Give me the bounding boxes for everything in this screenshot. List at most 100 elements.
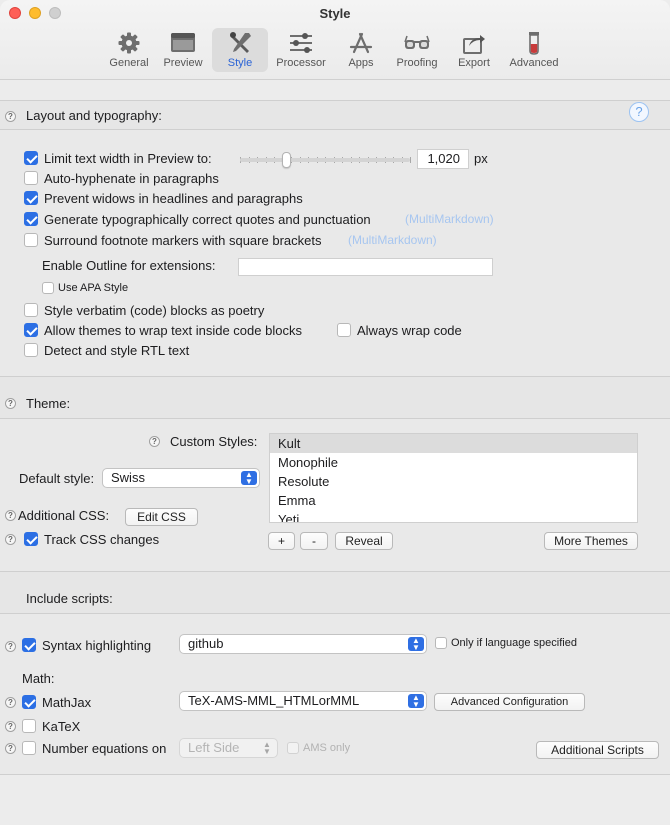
default-style-popup[interactable]: Swiss ▲ ▼ <box>102 468 260 488</box>
mathjax-checkbox[interactable] <box>22 695 36 709</box>
theme-heading: Theme: <box>26 396 71 411</box>
rtl-text-label: Detect and style RTL text <box>44 343 190 358</box>
mathjax-config-popup[interactable]: TeX-AMS-MML_HTMLorMML ▲ ▼ <box>179 691 427 711</box>
prevent-widows-checkbox[interactable] <box>24 191 38 205</box>
popup-arrows-icon: ▲ ▼ <box>241 471 257 486</box>
only-if-language-label: Only if language specified <box>451 637 577 649</box>
text-width-input[interactable]: 1,020 <box>417 149 469 169</box>
apps-icon <box>349 32 373 54</box>
tab-proofing-label: Proofing <box>396 57 438 69</box>
preview-window-icon <box>171 33 195 52</box>
auto-hyphenate-label: Auto-hyphenate in paragraphs <box>44 171 219 186</box>
katex-checkbox[interactable] <box>22 719 36 733</box>
typographic-quotes-checkbox[interactable] <box>24 212 38 226</box>
mathjax-config-value: TeX-AMS-MML_HTMLorMML <box>188 693 360 708</box>
auto-hyphenate-checkbox[interactable] <box>24 171 38 185</box>
slider-knob[interactable] <box>282 152 291 168</box>
list-item[interactable]: Monophile <box>270 453 637 472</box>
apa-style-checkbox[interactable] <box>42 282 54 294</box>
toolbar: Style General Preview Style Processor Ap… <box>0 0 670 80</box>
reveal-button[interactable]: Reveal <box>335 532 393 550</box>
export-icon <box>463 35 485 54</box>
remove-style-button[interactable]: - <box>300 532 328 550</box>
syntax-help-icon[interactable]: ? <box>5 641 16 652</box>
text-width-slider[interactable] <box>240 150 411 170</box>
ams-only-checkbox[interactable] <box>287 742 299 754</box>
verbatim-poetry-checkbox[interactable] <box>24 303 38 317</box>
tab-export[interactable]: Export <box>446 28 502 72</box>
popup-arrows-icon: ▲ ▼ <box>263 740 271 756</box>
verbatim-poetry-label: Style verbatim (code) blocks as poetry <box>44 303 265 318</box>
tab-preview[interactable]: Preview <box>154 28 212 72</box>
scripts-section-header: Include scripts: <box>0 571 670 614</box>
bottom-divider <box>0 774 670 775</box>
equation-side-popup[interactable]: Left Side ▲ ▼ <box>179 738 278 758</box>
number-equations-label: Number equations on <box>42 741 167 756</box>
apa-style-label: Use APA Style <box>58 282 129 294</box>
window-title: Style <box>319 6 351 21</box>
tab-general-label: General <box>109 57 149 69</box>
footnote-brackets-checkbox[interactable] <box>24 233 38 247</box>
syntax-theme-popup[interactable]: github ▲ ▼ <box>179 634 427 654</box>
custom-styles-help-icon[interactable]: ? <box>149 436 160 447</box>
slider-tick <box>410 157 411 163</box>
multimarkdown-note: (MultiMarkdown) <box>348 233 437 247</box>
tab-style[interactable]: Style <box>212 28 268 72</box>
list-item[interactable]: Yeti <box>270 510 637 522</box>
layout-help-icon[interactable]: ? <box>5 111 16 122</box>
prevent-widows-label: Prevent widows in headlines and paragrap… <box>44 191 303 206</box>
additional-scripts-button[interactable]: Additional Scripts <box>536 741 659 759</box>
footnote-brackets-label: Surround footnote markers with square br… <box>44 233 322 248</box>
tab-advanced[interactable]: Advanced <box>502 28 566 72</box>
tab-style-label: Style <box>227 57 253 69</box>
list-item[interactable]: Resolute <box>270 472 637 491</box>
equation-side-value: Left Side <box>188 740 240 755</box>
style-tools-icon <box>230 32 251 53</box>
mathjax-help-icon[interactable]: ? <box>5 697 16 708</box>
limit-width-checkbox[interactable] <box>24 151 38 165</box>
theme-help-icon[interactable]: ? <box>5 398 16 409</box>
scripts-heading: Include scripts: <box>26 591 113 606</box>
katex-label: KaTeX <box>42 719 81 734</box>
wrap-code-blocks-checkbox[interactable] <box>24 323 38 337</box>
advanced-configuration-button[interactable]: Advanced Configuration <box>434 693 585 711</box>
tab-apps-label: Apps <box>348 57 374 69</box>
track-css-label: Track CSS changes <box>44 532 160 547</box>
math-label: Math: <box>22 671 55 686</box>
help-button-icon[interactable]: ? <box>629 102 649 122</box>
rtl-text-checkbox[interactable] <box>24 343 38 357</box>
ams-only-label: AMS only <box>303 742 351 754</box>
limit-width-label: Limit text width in Preview to: <box>44 151 212 166</box>
additional-css-help-icon[interactable]: ? <box>5 510 16 521</box>
tab-export-label: Export <box>458 57 490 69</box>
always-wrap-checkbox[interactable] <box>337 323 351 337</box>
more-themes-button[interactable]: More Themes <box>544 532 638 550</box>
syntax-highlighting-checkbox[interactable] <box>22 638 36 652</box>
tab-apps[interactable]: Apps <box>334 28 388 72</box>
only-if-language-checkbox[interactable] <box>435 637 447 649</box>
tab-preview-label: Preview <box>163 57 203 69</box>
list-item[interactable]: Kult <box>270 434 637 453</box>
outline-extensions-input[interactable] <box>238 258 493 276</box>
track-css-checkbox[interactable] <box>24 532 38 546</box>
slider-track <box>240 158 410 162</box>
custom-styles-list[interactable]: Kult Monophile Resolute Emma Yeti <box>269 433 638 523</box>
number-equations-checkbox[interactable] <box>22 741 36 755</box>
syntax-theme-value: github <box>188 636 224 651</box>
track-css-help-icon[interactable]: ? <box>5 534 16 545</box>
list-item[interactable]: Emma <box>270 491 637 510</box>
tab-proofing[interactable]: Proofing <box>388 28 446 72</box>
scripts-section-body: ? Syntax highlighting github ▲ ▼ Only if … <box>0 614 670 774</box>
default-style-label: Default style: <box>19 471 95 486</box>
theme-section-header: ? Theme: <box>0 376 670 419</box>
add-style-button[interactable]: + <box>268 532 295 550</box>
tab-general[interactable]: General <box>104 28 154 72</box>
edit-css-button[interactable]: Edit CSS <box>125 508 198 526</box>
number-equations-help-icon[interactable]: ? <box>5 743 16 754</box>
outline-extensions-label: Enable Outline for extensions: <box>42 258 216 273</box>
always-wrap-label: Always wrap code <box>357 323 462 338</box>
tab-processor[interactable]: Processor <box>268 28 334 72</box>
multimarkdown-note: (MultiMarkdown) <box>405 212 494 226</box>
katex-help-icon[interactable]: ? <box>5 721 16 732</box>
tab-advanced-label: Advanced <box>509 57 559 69</box>
